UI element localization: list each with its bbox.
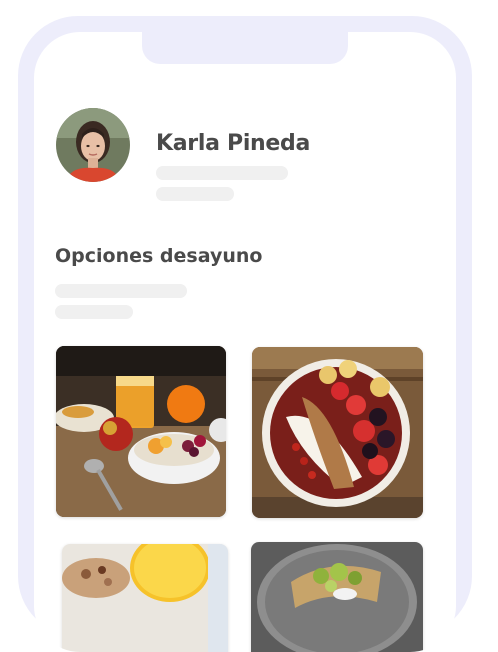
phone-notch (142, 32, 348, 64)
meal-card-avocado-toast[interactable] (251, 542, 423, 652)
phone-frame: Karla Pineda Opciones desayuno (18, 16, 472, 652)
meal-card-granola[interactable] (62, 544, 228, 652)
section-title: Opciones desayuno (55, 245, 263, 267)
acai-bowl-photo-icon (252, 347, 423, 518)
phone-screen: Karla Pineda Opciones desayuno (34, 32, 456, 652)
breakfast-table-photo-icon (56, 346, 226, 517)
section-detail-placeholder (55, 305, 133, 319)
avatar[interactable] (56, 108, 130, 182)
granola-juice-photo-icon (62, 544, 228, 652)
meal-card-acai-bowl[interactable] (252, 347, 423, 518)
user-avatar-icon (56, 108, 130, 182)
profile-detail-placeholder (156, 187, 234, 201)
section-subtitle-placeholder (55, 284, 187, 298)
meal-card-breakfast[interactable] (56, 346, 226, 517)
avocado-toast-photo-icon (251, 542, 423, 652)
user-name: Karla Pineda (156, 131, 311, 156)
profile-subtitle-placeholder (156, 166, 288, 180)
